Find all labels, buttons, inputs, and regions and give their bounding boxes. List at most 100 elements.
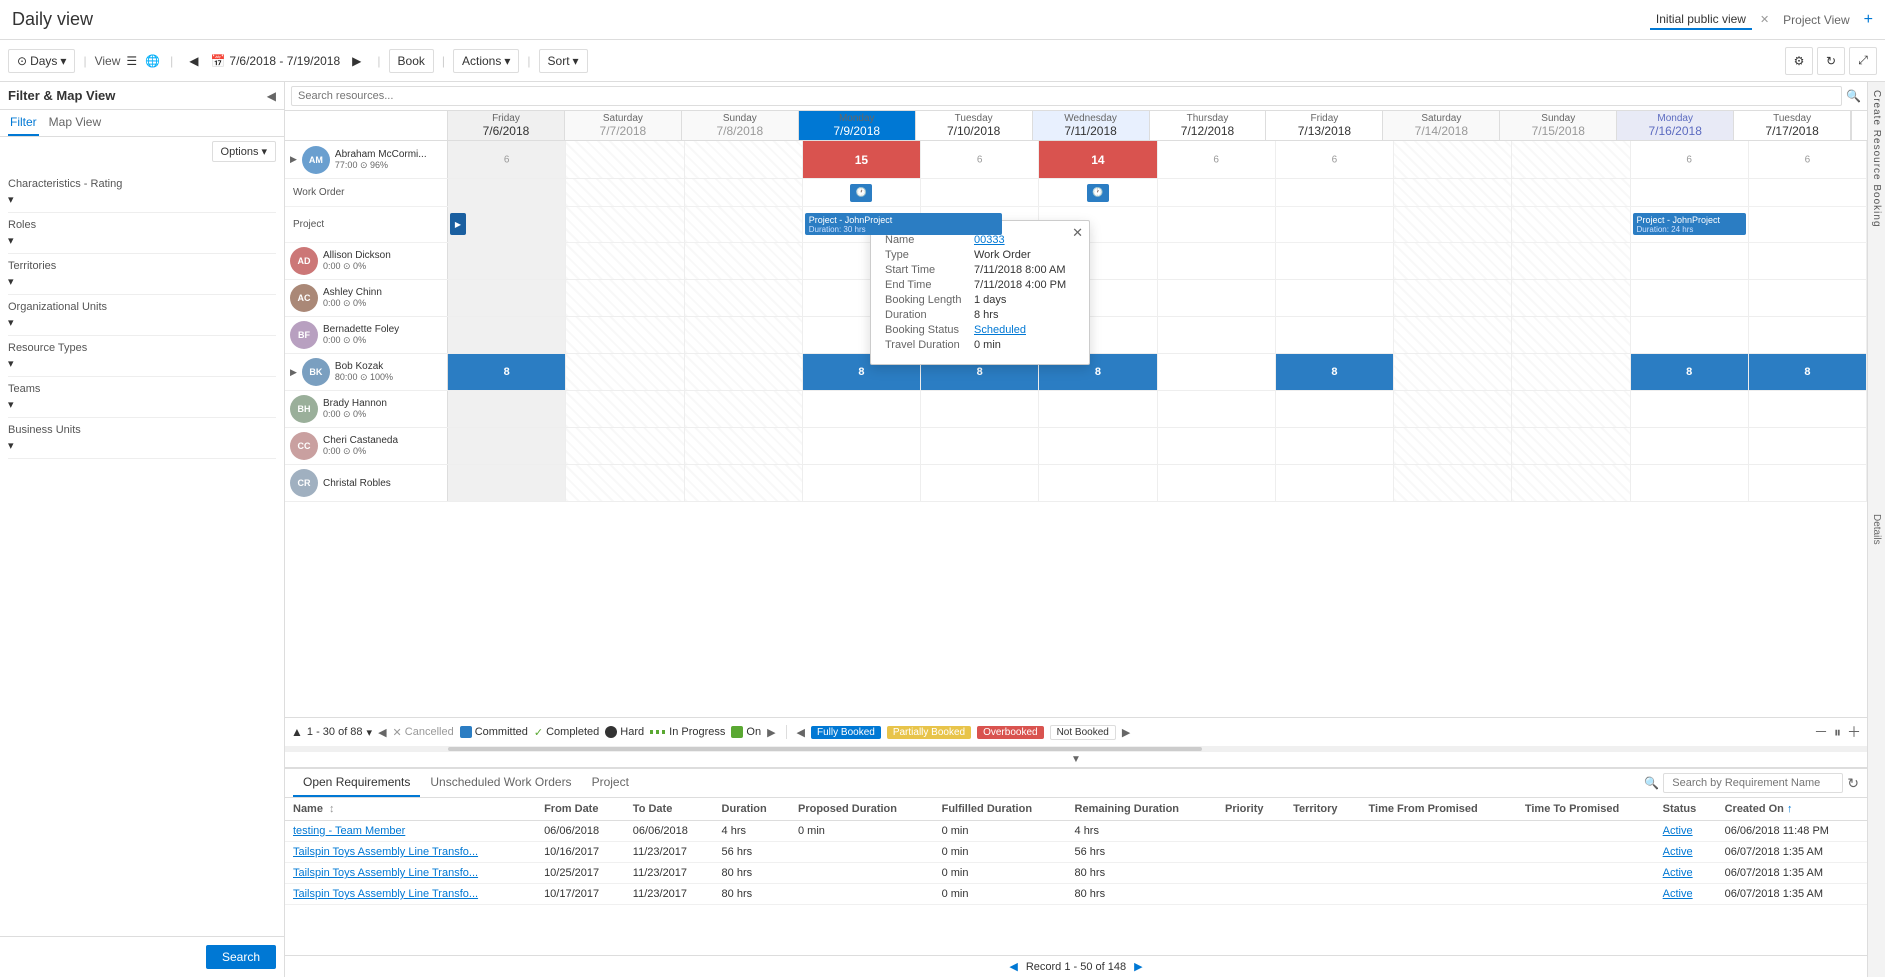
col-header-territory[interactable]: Territory bbox=[1285, 798, 1360, 821]
filter-dropdown-resource-types[interactable]: ▾ bbox=[8, 357, 276, 370]
row2-proposed bbox=[790, 842, 934, 863]
bob-c12[interactable]: 8 bbox=[1749, 354, 1867, 390]
prev-record-button[interactable]: ◀ bbox=[1009, 960, 1017, 973]
tab-project[interactable]: Project bbox=[582, 769, 639, 797]
add-view-button[interactable]: + bbox=[1864, 11, 1873, 29]
refresh-button[interactable]: ↻ bbox=[1817, 47, 1845, 75]
filter-item-business-units: Business Units ▾ bbox=[8, 418, 276, 459]
filter-tab-map[interactable]: Map View bbox=[47, 110, 103, 136]
bottom-panel: Open Requirements Unscheduled Work Order… bbox=[285, 767, 1867, 977]
sub-wed: 🕐 bbox=[1039, 179, 1157, 206]
create-resource-booking-panel[interactable]: Create Resource Booking bbox=[1867, 82, 1885, 236]
tab-close-icon[interactable]: ✕ bbox=[1760, 13, 1769, 26]
pagination-expand-icon[interactable]: ▾ bbox=[367, 726, 373, 739]
row3-status[interactable]: Active bbox=[1655, 863, 1717, 884]
committed-icon bbox=[460, 726, 472, 738]
resource-search-input[interactable] bbox=[291, 86, 1842, 106]
bob-c1[interactable]: 8 bbox=[448, 354, 566, 390]
bob-c8[interactable]: 8 bbox=[1276, 354, 1394, 390]
proj-bar-fri[interactable]: ▶ bbox=[450, 213, 466, 235]
tab-initial-public-view[interactable]: Initial public view bbox=[1650, 10, 1752, 30]
book-button[interactable]: Book bbox=[389, 49, 434, 73]
project-bar-mon-tue[interactable]: Project - JohnProject Duration: 30 hrs bbox=[805, 213, 1002, 235]
collapse-icon-bob[interactable]: ▶ bbox=[290, 367, 297, 378]
row2-remaining: 56 hrs bbox=[1067, 842, 1217, 863]
work-order-booking-mon[interactable]: 🕐 bbox=[850, 184, 872, 202]
popup-booking-status-value[interactable]: Scheduled bbox=[974, 324, 1026, 336]
work-order-booking-wed[interactable]: 🕐 bbox=[1087, 184, 1109, 202]
settings-button[interactable]: ⚙ bbox=[1785, 47, 1813, 75]
zoom-out-icon[interactable]: － bbox=[1814, 722, 1828, 742]
row2-dur: 56 hrs bbox=[714, 842, 790, 863]
filter-dropdown-org-units[interactable]: ▾ bbox=[8, 316, 276, 329]
cells-cheri bbox=[448, 428, 1867, 464]
row1-name[interactable]: testing - Team Member bbox=[285, 821, 536, 842]
col-header-time-from[interactable]: Time From Promised bbox=[1361, 798, 1517, 821]
actions-button[interactable]: Actions ▾ bbox=[453, 49, 519, 73]
row1-status[interactable]: Active bbox=[1655, 821, 1717, 842]
filter-panel-collapse[interactable]: ◀ bbox=[267, 89, 276, 103]
collapse-calendar-icon[interactable]: ▼ bbox=[1071, 754, 1081, 765]
col-header-proposed[interactable]: Proposed Duration bbox=[790, 798, 934, 821]
popup-name-value[interactable]: 00333 bbox=[974, 234, 1005, 246]
days-button[interactable]: ⊙ Days ▾ bbox=[8, 49, 75, 73]
search-icon[interactable]: 🔍 bbox=[1846, 89, 1861, 103]
filter-dropdown-territories[interactable]: ▾ bbox=[8, 275, 276, 288]
col-header-duration[interactable]: Duration bbox=[714, 798, 790, 821]
zoom-in-icon[interactable]: ＋ bbox=[1847, 722, 1861, 742]
project-bar-mon2[interactable]: Project - JohnProject Duration: 24 hrs bbox=[1633, 213, 1746, 235]
requirement-search-input[interactable] bbox=[1663, 773, 1843, 793]
next-date-button[interactable]: ▶ bbox=[344, 50, 369, 72]
popup-end-label: End Time bbox=[885, 279, 970, 291]
row1-fulfilled: 0 min bbox=[934, 821, 1067, 842]
next-record-button[interactable]: ▶ bbox=[1134, 960, 1142, 973]
filter-item-roles: Roles ▾ bbox=[8, 213, 276, 254]
row4-name[interactable]: Tailspin Toys Assembly Line Transfo... bbox=[285, 884, 536, 905]
globe-view-button[interactable]: 🌐 bbox=[143, 52, 162, 70]
filter-dropdown-characteristics[interactable]: ▾ bbox=[8, 193, 276, 206]
expand-rows-icon[interactable]: ▲ bbox=[291, 725, 303, 739]
col-header-remaining[interactable]: Remaining Duration bbox=[1067, 798, 1217, 821]
legend-prev[interactable]: ◀ bbox=[378, 726, 386, 739]
filter-tab-filter[interactable]: Filter bbox=[8, 110, 39, 136]
filter-dropdown-business-units[interactable]: ▾ bbox=[8, 439, 276, 452]
options-button[interactable]: Options ▾ bbox=[212, 141, 276, 162]
row4-status[interactable]: Active bbox=[1655, 884, 1717, 905]
list-view-button[interactable]: ☰ bbox=[124, 52, 139, 70]
col-header-to-date[interactable]: To Date bbox=[625, 798, 714, 821]
filter-item-teams: Teams ▾ bbox=[8, 377, 276, 418]
popup-close-button[interactable]: ✕ bbox=[1072, 225, 1083, 241]
expand-button[interactable]: ⤢ bbox=[1849, 47, 1877, 75]
scrollbar-thumb[interactable] bbox=[448, 747, 1202, 751]
sort-button[interactable]: Sort ▾ bbox=[539, 49, 588, 73]
col-header-status[interactable]: Status bbox=[1655, 798, 1717, 821]
tab-open-requirements[interactable]: Open Requirements bbox=[293, 769, 420, 797]
pause-icon[interactable]: ⏸ bbox=[1834, 724, 1841, 741]
resource-cell-abraham: ▶ AM Abraham McCormi... 77:00 ⊙ 96% bbox=[285, 141, 448, 178]
col-header-from-date[interactable]: From Date bbox=[536, 798, 625, 821]
search-button[interactable]: Search bbox=[206, 945, 276, 969]
legend-next[interactable]: ▶ bbox=[767, 726, 775, 739]
col-header-name[interactable]: Name ↕ bbox=[285, 798, 536, 821]
refresh-bottom-icon[interactable]: ↻ bbox=[1847, 775, 1859, 792]
tab-project-view[interactable]: Project View bbox=[1777, 11, 1855, 29]
col-header-priority[interactable]: Priority bbox=[1217, 798, 1285, 821]
bob-c11[interactable]: 8 bbox=[1631, 354, 1749, 390]
tab-unscheduled-work-orders[interactable]: Unscheduled Work Orders bbox=[420, 769, 581, 797]
collapse-icon-abraham[interactable]: ▶ bbox=[290, 154, 297, 165]
prev-date-button[interactable]: ◀ bbox=[181, 50, 206, 72]
cell-mon-abraham[interactable]: 15 bbox=[803, 141, 921, 178]
cell-wed-abraham[interactable]: 14 bbox=[1039, 141, 1157, 178]
col-header-time-to[interactable]: Time To Promised bbox=[1517, 798, 1655, 821]
row2-name[interactable]: Tailspin Toys Assembly Line Transfo... bbox=[285, 842, 536, 863]
col-header-created[interactable]: Created On ↑ bbox=[1717, 798, 1867, 821]
legend-booking-prev[interactable]: ◀ bbox=[797, 726, 805, 739]
sub-sat2 bbox=[1394, 179, 1512, 206]
filter-dropdown-teams[interactable]: ▾ bbox=[8, 398, 276, 411]
resource-meta-abraham: 77:00 ⊙ 96% bbox=[335, 160, 427, 171]
row3-name[interactable]: Tailspin Toys Assembly Line Transfo... bbox=[285, 863, 536, 884]
col-header-fulfilled[interactable]: Fulfilled Duration bbox=[934, 798, 1067, 821]
filter-dropdown-roles[interactable]: ▾ bbox=[8, 234, 276, 247]
legend-booking-next[interactable]: ▶ bbox=[1122, 726, 1130, 739]
row2-status[interactable]: Active bbox=[1655, 842, 1717, 863]
